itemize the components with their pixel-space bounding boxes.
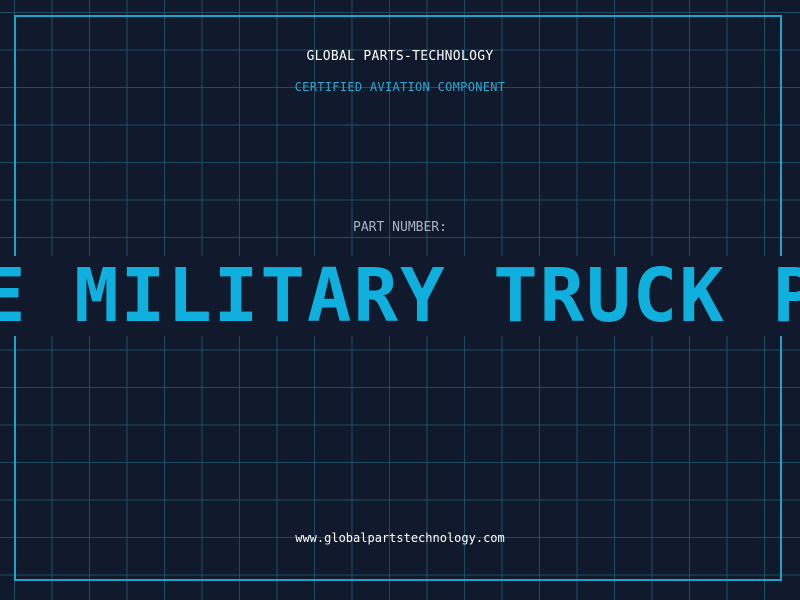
website-link[interactable]: www.globalpartstechnology.com [0,531,800,545]
part-number-label: PART NUMBER: [353,220,447,235]
certificate-card: GLOBAL PARTS-TECHNOLOGY CERTIFIED AVIATI… [0,0,800,600]
part-number-value: E MILITARY TRUCK P [0,256,800,336]
company-name: GLOBAL PARTS-TECHNOLOGY [306,49,494,64]
tagline: CERTIFIED AVIATION COMPONENT [294,80,506,94]
part-number-band: E MILITARY TRUCK P [0,256,800,336]
